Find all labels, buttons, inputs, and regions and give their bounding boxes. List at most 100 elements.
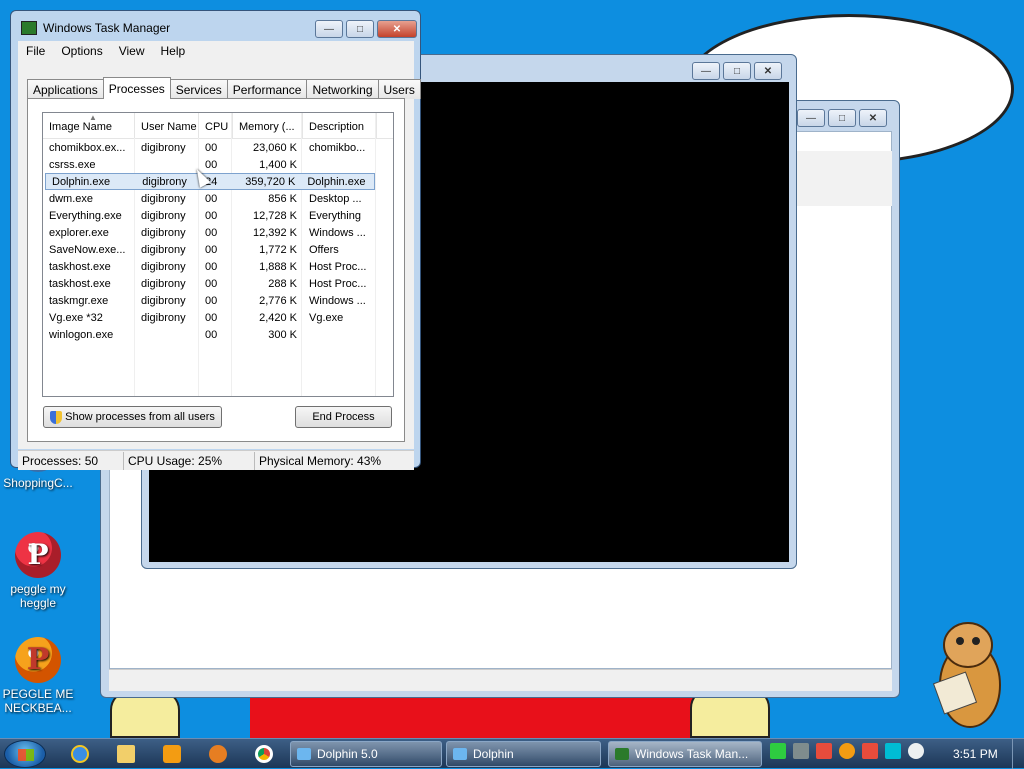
- show-all-processes-button[interactable]: Show processes from all users: [43, 406, 222, 428]
- minimize-button[interactable]: —: [692, 62, 720, 80]
- close-button[interactable]: ✕: [859, 109, 887, 127]
- desktop-icon-peggle-2[interactable]: P PEGGLE ME NECKBEA...: [0, 637, 76, 715]
- desktop-icon-label: PEGGLE ME NECKBEA...: [2, 687, 74, 715]
- table-row[interactable]: csrss.exe 00 1,400 K: [43, 156, 393, 173]
- table-row[interactable]: taskhost.exe digibrony 00 288 K Host Proc...: [43, 275, 393, 292]
- peggle-icon: P: [15, 637, 61, 683]
- cell-memory: 2,420 K: [259, 311, 297, 324]
- cell-memory: 23,060 K: [252, 141, 297, 154]
- table-row[interactable]: taskhost.exe digibrony 00 1,888 K Host Proc.…: [43, 258, 393, 275]
- cell-image-name: Everything.exe: [49, 209, 122, 222]
- tray-volume-icon[interactable]: [908, 743, 924, 759]
- cell-description: Desktop ...: [309, 192, 362, 205]
- tab-users[interactable]: Users: [377, 79, 421, 99]
- cell-cpu: 00: [205, 141, 218, 154]
- table-row[interactable]: chomikbox.ex... digibrony 00 23,060 K chomik…: [43, 139, 393, 156]
- dolphin-icon: [453, 748, 467, 760]
- pinned-explorer[interactable]: [106, 741, 146, 767]
- window-controls: — □ ✕: [315, 20, 417, 38]
- shield-icon: [50, 410, 63, 424]
- column-image-name[interactable]: ▲ Image Name: [43, 113, 135, 138]
- cell-cpu: 00: [205, 294, 218, 307]
- end-process-button[interactable]: End Process: [295, 406, 392, 428]
- tray-flag-icon[interactable]: [862, 743, 878, 759]
- tab-applications[interactable]: Applications: [27, 79, 104, 99]
- pinned-app[interactable]: [198, 741, 238, 767]
- menu-view[interactable]: View: [111, 44, 153, 58]
- cell-user-name: digibrony: [141, 294, 186, 307]
- minimize-button[interactable]: —: [797, 109, 825, 127]
- start-button[interactable]: [4, 740, 46, 768]
- menu-help[interactable]: Help: [153, 44, 194, 58]
- cell-image-name: Dolphin.exe: [52, 175, 111, 188]
- tab-services[interactable]: Services: [169, 79, 228, 99]
- desktop-icon-peggle[interactable]: P peggle my heggle: [0, 532, 76, 610]
- table-row[interactable]: Everything.exe digibrony 00 12,728 K Everyth…: [43, 207, 393, 224]
- tray-display-icon[interactable]: [885, 743, 901, 759]
- cell-memory: 359,720 K: [245, 175, 296, 188]
- tray-search-icon[interactable]: [839, 743, 855, 759]
- table-row[interactable]: explorer.exe digibrony 00 12,392 K Windows .…: [43, 224, 393, 241]
- cell-image-name: csrss.exe: [49, 158, 96, 171]
- cell-cpu: 00: [205, 311, 218, 324]
- taskmanager-icon: [615, 748, 629, 760]
- taskbar-button-task-manager[interactable]: Windows Task Man...: [608, 741, 762, 767]
- menu-options[interactable]: Options: [53, 44, 110, 58]
- media-player-icon: [163, 745, 181, 763]
- cell-cpu: 00: [205, 158, 218, 171]
- process-list[interactable]: ▲ Image Name User Name CPU Memory (... De…: [42, 112, 394, 397]
- column-memory[interactable]: Memory (...: [233, 113, 303, 138]
- cell-memory: 856 K: [268, 192, 297, 205]
- tab-networking[interactable]: Networking: [306, 79, 379, 99]
- show-desktop-button[interactable]: [1012, 739, 1024, 769]
- show-all-label: Show processes from all users: [65, 411, 215, 423]
- maximize-button[interactable]: □: [346, 20, 374, 38]
- window-toolbar-strip: [796, 151, 892, 206]
- cell-description: chomikbo...: [309, 141, 366, 154]
- pinned-chrome[interactable]: [244, 741, 284, 767]
- table-row[interactable]: winlogon.exe 00 300 K: [43, 326, 393, 343]
- pinned-ie[interactable]: [60, 741, 100, 767]
- table-row[interactable]: Vg.exe *32 digibrony 00 2,420 K Vg.exe: [43, 309, 393, 326]
- task-manager-window[interactable]: Windows Task Manager — □ ✕ File Options …: [10, 10, 421, 470]
- window-controls: — □ ✕: [692, 62, 782, 80]
- tab-performance[interactable]: Performance: [226, 79, 308, 99]
- column-user-name[interactable]: User Name: [135, 113, 199, 138]
- maximize-button[interactable]: □: [723, 62, 751, 80]
- sort-arrow-icon: ▲: [89, 113, 97, 122]
- cell-user-name: digibrony: [141, 243, 186, 256]
- folder-icon: [117, 745, 135, 763]
- window-status-strip: [109, 669, 892, 691]
- taskmanager-icon: [21, 21, 37, 35]
- cell-user-name: digibrony: [141, 226, 186, 239]
- table-row[interactable]: taskmgr.exe digibrony 00 2,776 K Windows ...: [43, 292, 393, 309]
- maximize-button[interactable]: □: [828, 109, 856, 127]
- tray-network-icon[interactable]: [793, 743, 809, 759]
- cell-image-name: taskhost.exe: [49, 260, 111, 273]
- pinned-media[interactable]: [152, 741, 192, 767]
- cell-description: Vg.exe: [309, 311, 344, 324]
- tab-processes[interactable]: Processes: [102, 77, 171, 99]
- cell-cpu: 00: [205, 260, 218, 273]
- close-button[interactable]: ✕: [377, 20, 417, 38]
- taskbar-button-dolphin[interactable]: Dolphin: [446, 741, 601, 767]
- cell-user-name: digibrony: [141, 209, 186, 222]
- table-row[interactable]: SaveNow.exe... digibrony 00 1,772 K Offers: [43, 241, 393, 258]
- cell-memory: 12,392 K: [252, 226, 297, 239]
- taskbar-button-dolphin-5[interactable]: Dolphin 5.0: [290, 741, 442, 767]
- tray-cpu-icon[interactable]: [770, 743, 786, 759]
- table-row[interactable]: dwm.exe digibrony 00 856 K Desktop ...: [43, 190, 393, 207]
- dolphin-icon: [297, 748, 311, 760]
- menu-file[interactable]: File: [18, 44, 53, 58]
- process-rows: chomikbox.ex... digibrony 00 23,060 K chomik…: [43, 139, 393, 343]
- clock[interactable]: 3:51 PM: [953, 747, 998, 761]
- column-cpu[interactable]: CPU: [199, 113, 233, 138]
- cell-memory: 288 K: [268, 277, 297, 290]
- peggle-icon: P: [15, 532, 61, 578]
- minimize-button[interactable]: —: [315, 20, 343, 38]
- tray-v-icon[interactable]: [816, 743, 832, 759]
- cell-memory: 12,728 K: [252, 209, 297, 222]
- hamster-image: [932, 622, 1001, 728]
- column-description[interactable]: Description: [303, 113, 377, 138]
- close-button[interactable]: ✕: [754, 62, 782, 80]
